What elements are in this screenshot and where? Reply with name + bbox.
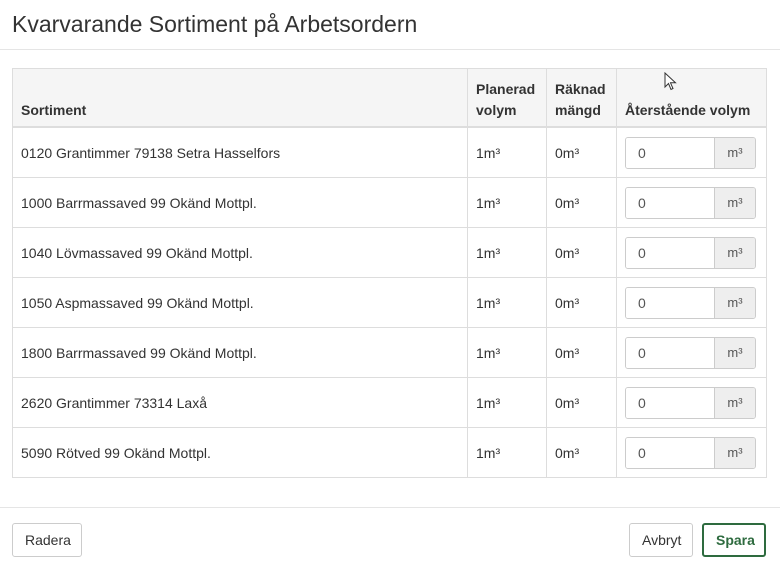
save-button[interactable]: Spara	[702, 523, 766, 557]
cell-planerad-volym: 1m³	[467, 277, 547, 328]
table-row: 0120 Grantimmer 79138 Setra Hasselfors 1…	[12, 126, 767, 178]
cell-sortiment: 0120 Grantimmer 79138 Setra Hasselfors	[12, 126, 468, 178]
aterstaende-volym-input[interactable]	[626, 337, 714, 368]
cell-raknad-mangd: 0m³	[546, 126, 617, 178]
unit-addon: m³	[714, 237, 755, 268]
mouse-cursor-icon	[664, 72, 677, 91]
aterstaende-volym-input[interactable]	[626, 187, 714, 218]
cell-sortiment: 2620 Grantimmer 73314 Laxå	[12, 377, 468, 428]
column-header-planerad-volym: Planerad volym	[467, 68, 547, 128]
cancel-button[interactable]: Avbryt	[629, 523, 693, 557]
cell-planerad-volym: 1m³	[467, 177, 547, 228]
table-header-row: Sortiment Planerad volym Räknad mängd Åter…	[12, 68, 767, 128]
cell-planerad-volym: 1m³	[467, 227, 547, 278]
aterstaende-volym-input-group: m³	[625, 236, 756, 269]
aterstaende-volym-input-group: m³	[625, 436, 756, 469]
cell-raknad-mangd: 0m³	[546, 427, 617, 478]
column-header-aterstaende-volym: Återstående volym	[616, 68, 767, 128]
cell-raknad-mangd: 0m³	[546, 277, 617, 328]
cell-raknad-mangd: 0m³	[546, 177, 617, 228]
table-row: 1040 Lövmassaved 99 Okänd Mottpl. 1m³ 0m…	[12, 227, 767, 278]
aterstaende-volym-input[interactable]	[626, 237, 714, 268]
cell-planerad-volym: 1m³	[467, 327, 547, 378]
unit-addon: m³	[714, 287, 755, 318]
cell-sortiment: 5090 Rötved 99 Okänd Mottpl.	[12, 427, 468, 478]
unit-addon: m³	[714, 137, 755, 168]
table-row: 2620 Grantimmer 73314 Laxå 1m³ 0m³ m³	[12, 377, 767, 428]
aterstaende-volym-input-group: m³	[625, 386, 756, 419]
cell-aterstaende-volym: m³	[616, 427, 767, 478]
aterstaende-volym-input-group: m³	[625, 136, 756, 169]
unit-addon: m³	[714, 337, 755, 368]
unit-addon: m³	[714, 387, 755, 418]
aterstaende-volym-input-group: m³	[625, 286, 756, 319]
dialog-header: Kvarvarande Sortiment på Arbetsordern	[0, 0, 780, 50]
cell-aterstaende-volym: m³	[616, 126, 767, 178]
cell-aterstaende-volym: m³	[616, 177, 767, 228]
aterstaende-volym-input-group: m³	[625, 336, 756, 369]
cell-aterstaende-volym: m³	[616, 377, 767, 428]
cell-aterstaende-volym: m³	[616, 277, 767, 328]
unit-addon: m³	[714, 187, 755, 218]
cell-planerad-volym: 1m³	[467, 377, 547, 428]
cell-sortiment: 1800 Barrmassaved 99 Okänd Mottpl.	[12, 327, 468, 378]
column-header-sortiment: Sortiment	[12, 68, 468, 128]
cell-sortiment: 1000 Barrmassaved 99 Okänd Mottpl.	[12, 177, 468, 228]
cell-raknad-mangd: 0m³	[546, 327, 617, 378]
cell-sortiment: 1040 Lövmassaved 99 Okänd Mottpl.	[12, 227, 468, 278]
sortiment-table: Sortiment Planerad volym Räknad mängd Åter…	[12, 68, 767, 478]
column-header-raknad-mangd: Räknad mängd	[546, 68, 617, 128]
cell-sortiment: 1050 Aspmassaved 99 Okänd Mottpl.	[12, 277, 468, 328]
cell-planerad-volym: 1m³	[467, 427, 547, 478]
table-row: 5090 Rötved 99 Okänd Mottpl. 1m³ 0m³ m³	[12, 427, 767, 478]
dialog-footer: Radera Avbryt Spara	[0, 507, 780, 569]
aterstaende-volym-input[interactable]	[626, 137, 714, 168]
cell-aterstaende-volym: m³	[616, 227, 767, 278]
dialog-title: Kvarvarande Sortiment på Arbetsordern	[12, 11, 418, 37]
table-row: 1050 Aspmassaved 99 Okänd Mottpl. 1m³ 0m…	[12, 277, 767, 328]
table-row: 1800 Barrmassaved 99 Okänd Mottpl. 1m³ 0…	[12, 327, 767, 378]
cell-aterstaende-volym: m³	[616, 327, 767, 378]
aterstaende-volym-input[interactable]	[626, 437, 714, 468]
cell-planerad-volym: 1m³	[467, 126, 547, 178]
aterstaende-volym-input[interactable]	[626, 387, 714, 418]
cell-raknad-mangd: 0m³	[546, 377, 617, 428]
aterstaende-volym-input[interactable]	[626, 287, 714, 318]
cell-raknad-mangd: 0m³	[546, 227, 617, 278]
delete-button[interactable]: Radera	[12, 523, 82, 557]
aterstaende-volym-input-group: m³	[625, 186, 756, 219]
unit-addon: m³	[714, 437, 755, 468]
table-row: 1000 Barrmassaved 99 Okänd Mottpl. 1m³ 0…	[12, 177, 767, 228]
